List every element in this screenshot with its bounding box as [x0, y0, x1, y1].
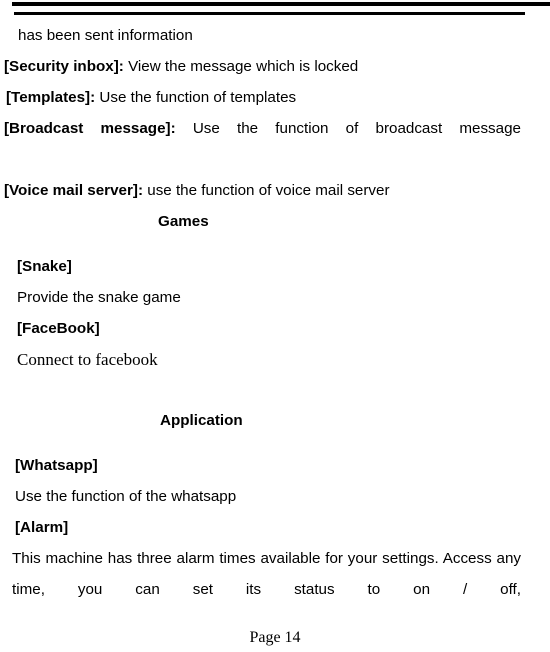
entry-description-whatsapp: Use the function of the whatsapp — [15, 488, 237, 505]
entry-description: use the function of voice mail server — [147, 182, 390, 199]
entry-description: Use the function of broadcast message — [192, 120, 521, 137]
entry-description: Use the function of templates — [99, 89, 297, 106]
entry-term: [Voice mail server]: — [4, 182, 144, 199]
header-rule-second — [14, 12, 525, 15]
entry-security-inbox: [Security inbox]: View the message which… — [0, 51, 550, 82]
entry-templates: [Templates]: Use the function of templat… — [0, 82, 550, 113]
entry-broadcast-message: [Broadcast message]: Use the function of… — [0, 113, 521, 175]
entry-description-facebook: Connect to facebook — [17, 350, 158, 369]
entry-term-whatsapp: [Whatsapp] — [15, 457, 98, 474]
page-body: has been sent information [Security inbo… — [0, 20, 550, 636]
entry-term: [Security inbox]: — [4, 58, 124, 75]
entry-description: View the message which is locked — [128, 58, 359, 75]
header-rule-top — [12, 2, 550, 6]
entry-description-alarm: This machine has three alarm times avail… — [12, 550, 521, 598]
continued-text-line: has been sent information — [18, 27, 193, 44]
entry-term: [Broadcast message]: — [4, 120, 176, 137]
entry-term: [Templates]: — [6, 89, 96, 106]
entry-term-snake: [Snake] — [17, 258, 72, 275]
page-footer: Page 14 — [249, 629, 301, 646]
entry-description-snake: Provide the snake game — [17, 289, 181, 306]
section-heading-application: Application — [160, 412, 243, 429]
document-page: has been sent information [Security inbo… — [0, 0, 550, 652]
entry-term-facebook: [FaceBook] — [17, 320, 100, 337]
entry-voice-mail-server: [Voice mail server]: use the function of… — [0, 175, 550, 206]
section-heading-games: Games — [158, 213, 209, 230]
entry-term-alarm: [Alarm] — [15, 519, 69, 536]
